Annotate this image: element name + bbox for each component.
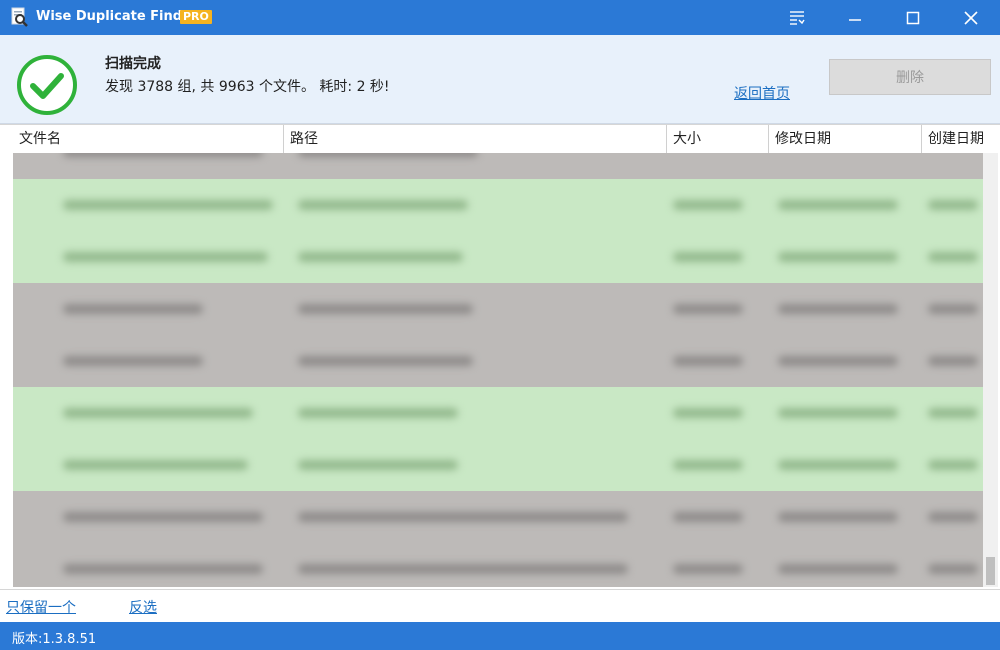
- delete-button[interactable]: 删除: [829, 59, 991, 95]
- app-title: Wise Duplicate Finder: [36, 9, 198, 24]
- column-header-path[interactable]: 路径: [284, 125, 667, 153]
- scan-summary: 发现 3788 组, 共 9963 个文件。 耗时: 2 秒!: [105, 79, 390, 95]
- scrollbar-thumb[interactable]: [986, 557, 995, 585]
- title-bar: Wise Duplicate Finder PRO: [0, 0, 1000, 35]
- close-button[interactable]: [942, 0, 1000, 35]
- minimize-icon: [849, 18, 861, 21]
- maximize-icon: [906, 11, 920, 24]
- table-row[interactable]: [13, 491, 983, 543]
- close-icon: [964, 10, 978, 25]
- results-table: 文件名 路径 大小 修改日期 创建日期: [0, 124, 1000, 590]
- selection-links: 只保留一个 反选: [0, 590, 1000, 622]
- pro-badge: PRO: [180, 10, 212, 24]
- invert-selection-link[interactable]: 反选: [129, 597, 157, 617]
- back-home-link[interactable]: 返回首页: [734, 83, 790, 103]
- table-row[interactable]: [13, 387, 983, 439]
- table-row[interactable]: [13, 335, 983, 387]
- menu-icon: [790, 10, 805, 25]
- table-row[interactable]: [13, 179, 983, 231]
- column-header-filename[interactable]: 文件名: [13, 125, 284, 153]
- table-row[interactable]: [13, 439, 983, 491]
- table-row[interactable]: [13, 231, 983, 283]
- minimize-button[interactable]: [826, 0, 884, 35]
- keep-one-link[interactable]: 只保留一个: [6, 597, 76, 617]
- column-header-modified[interactable]: 修改日期: [769, 125, 922, 153]
- version-label: 版本:1.3.8.51: [12, 632, 97, 647]
- scan-status-title: 扫描完成: [105, 56, 161, 72]
- column-header-created[interactable]: 创建日期: [922, 125, 998, 153]
- maximize-button[interactable]: [884, 0, 942, 35]
- app-icon: [9, 7, 29, 27]
- scan-result-header: 扫描完成 发现 3788 组, 共 9963 个文件。 耗时: 2 秒! 返回首…: [0, 35, 1000, 124]
- table-row[interactable]: [13, 153, 983, 179]
- menu-button[interactable]: [768, 0, 826, 35]
- results-rows: [13, 153, 983, 587]
- check-circle-icon: [15, 53, 79, 117]
- status-bar: 版本:1.3.8.51: [0, 622, 1000, 650]
- vertical-scrollbar[interactable]: [983, 153, 998, 587]
- table-row[interactable]: [13, 283, 983, 335]
- table-row[interactable]: [13, 543, 983, 587]
- column-header-size[interactable]: 大小: [667, 125, 769, 153]
